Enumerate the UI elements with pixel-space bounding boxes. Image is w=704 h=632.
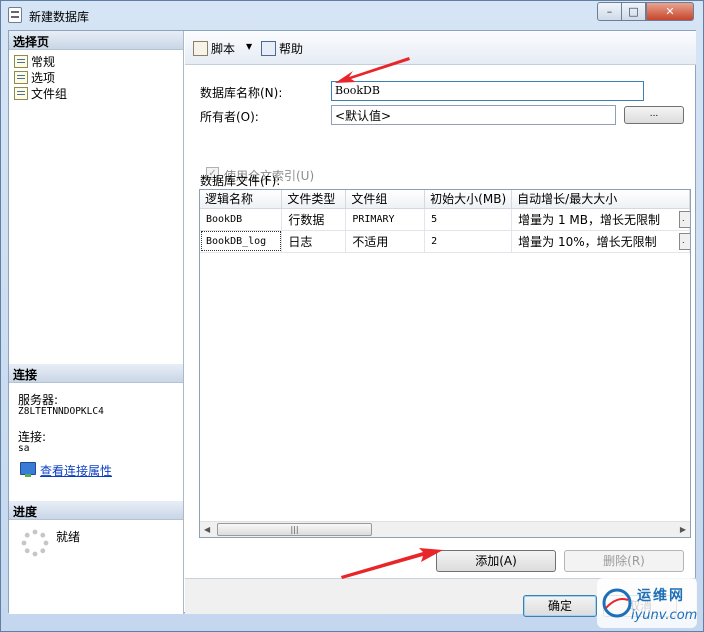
maximize-button[interactable]: □ (621, 2, 646, 21)
owner-input[interactable]: <默认值> (331, 105, 616, 125)
column-header[interactable]: 文件类型 (281, 190, 347, 209)
database-icon (8, 7, 22, 23)
help-icon (261, 41, 276, 56)
window-title: 新建数据库 (29, 10, 90, 24)
file-type-cell[interactable]: 行数据 (281, 208, 347, 231)
page-icon (14, 86, 28, 100)
progress-header: 进度 (9, 501, 183, 520)
progress-spinner-icon (21, 529, 49, 557)
chevron-down-icon: ▼ (246, 42, 253, 51)
scroll-right-icon[interactable]: ▶ (680, 525, 686, 534)
remove-file-button[interactable]: 删除(R) (564, 550, 684, 572)
initial-size-cell[interactable]: 5 (424, 208, 513, 231)
select-page-header: 选择页 (9, 31, 183, 50)
column-header[interactable]: 初始大小(MB) (424, 190, 513, 209)
column-header[interactable]: 逻辑名称 (200, 190, 283, 209)
page-item-general[interactable]: 常规 (14, 53, 55, 69)
add-file-button[interactable]: 添加(A) (436, 550, 556, 572)
file-type-cell[interactable]: 日志 (281, 230, 347, 253)
left-pane: 选择页 常规 选项 文件组 连接 服务器: Z8LTETNNDOPKLC4 连接… (9, 31, 184, 614)
help-button[interactable]: 帮助 (261, 40, 303, 57)
filegroup-cell[interactable]: 不适用 (345, 230, 426, 253)
script-button[interactable]: 脚本 (193, 40, 235, 57)
ok-button[interactable]: 确定 (523, 595, 597, 617)
server-value: Z8LTETNNDOPKLC4 (18, 406, 104, 417)
db-files-label-text: 数据库文件(F): (200, 174, 281, 188)
close-button[interactable]: ✕ (646, 2, 694, 21)
page-item-filegroups[interactable]: 文件组 (14, 85, 67, 101)
progress-status: 就绪 (56, 530, 81, 544)
view-connection-properties-link[interactable]: 查看连接属性 (40, 462, 112, 479)
autogrowth-text: 增量为 1 MB，增长无限制 (518, 212, 661, 227)
db-name-label: 数据库名称(N): (200, 86, 283, 100)
table-row[interactable]: BookDB 行数据 PRIMARY 5 增量为 1 MB，增长无限制 (200, 208, 690, 231)
scroll-thumb[interactable]: ||| (217, 523, 372, 536)
table-row[interactable]: BookDB_log 日志 不适用 2 增量为 10%，增长无限制 (200, 230, 690, 253)
watermark-text-url: iyunv.com (631, 608, 698, 623)
title-bar[interactable]: 新建数据库 – □ ✕ (1, 1, 703, 29)
toolbar: 脚本 ▼ 帮助 (185, 31, 696, 65)
owner-label: 所有者(O): (200, 110, 259, 124)
horizontal-scrollbar[interactable]: ◀ ||| ▶ (200, 521, 690, 537)
scroll-left-icon[interactable]: ◀ (204, 525, 210, 534)
initial-size-cell[interactable]: 2 (424, 230, 513, 253)
connection-value: sa (18, 443, 30, 454)
script-dropdown-button[interactable]: ▼ (246, 42, 252, 51)
new-database-dialog: 新建数据库 – □ ✕ 选择页 常规 选项 文件组 连接 服务器: Z8LTET… (0, 0, 704, 632)
page-item-label: 文件组 (31, 86, 68, 101)
database-files-grid: 逻辑名称 文件类型 文件组 初始大小(MB) 自动增长/最大大小 BookDB … (199, 189, 691, 538)
minimize-button[interactable]: – (597, 2, 622, 21)
page-item-label: 选项 (31, 70, 56, 85)
logical-name-cell[interactable]: BookDB_log (200, 230, 283, 253)
table-header-row: 逻辑名称 文件类型 文件组 初始大小(MB) 自动增长/最大大小 (200, 190, 690, 209)
connection-header: 连接 (9, 364, 183, 383)
watermark-text-cn: 运维网 (637, 588, 685, 604)
filegroup-cell[interactable]: PRIMARY (345, 208, 426, 231)
script-label: 脚本 (211, 42, 236, 56)
dialog-client-area: 选择页 常规 选项 文件组 连接 服务器: Z8LTETNNDOPKLC4 连接… (8, 30, 697, 617)
connection-properties-icon (20, 462, 36, 477)
page-icon (14, 54, 28, 68)
right-pane: 脚本 ▼ 帮助 数据库名称(N): BookDB 所有者(O): <默认值> .… (185, 31, 697, 617)
autogrowth-cell[interactable]: 增量为 10%，增长无限制 (511, 230, 690, 253)
autogrowth-edit-button[interactable]: . (679, 211, 690, 228)
script-icon (193, 41, 208, 56)
autogrowth-edit-button[interactable]: . (679, 233, 690, 250)
autogrowth-cell[interactable]: 增量为 1 MB，增长无限制 (511, 208, 690, 231)
column-header[interactable]: 文件组 (345, 190, 426, 209)
watermark-logo: 运维网 iyunv.com (597, 578, 697, 628)
files-table: 逻辑名称 文件类型 文件组 初始大小(MB) 自动增长/最大大小 BookDB … (200, 190, 690, 253)
help-label: 帮助 (279, 42, 304, 56)
db-name-input[interactable]: BookDB (331, 81, 644, 101)
page-item-options[interactable]: 选项 (14, 69, 55, 85)
page-item-label: 常规 (31, 54, 56, 69)
column-header[interactable]: 自动增长/最大大小 (511, 190, 690, 209)
autogrowth-text: 增量为 10%，增长无限制 (518, 234, 657, 249)
logical-name-cell[interactable]: BookDB (200, 208, 283, 231)
owner-browse-button[interactable]: ... (624, 106, 684, 124)
watermark-globe-icon (602, 588, 632, 618)
page-icon (14, 70, 28, 84)
